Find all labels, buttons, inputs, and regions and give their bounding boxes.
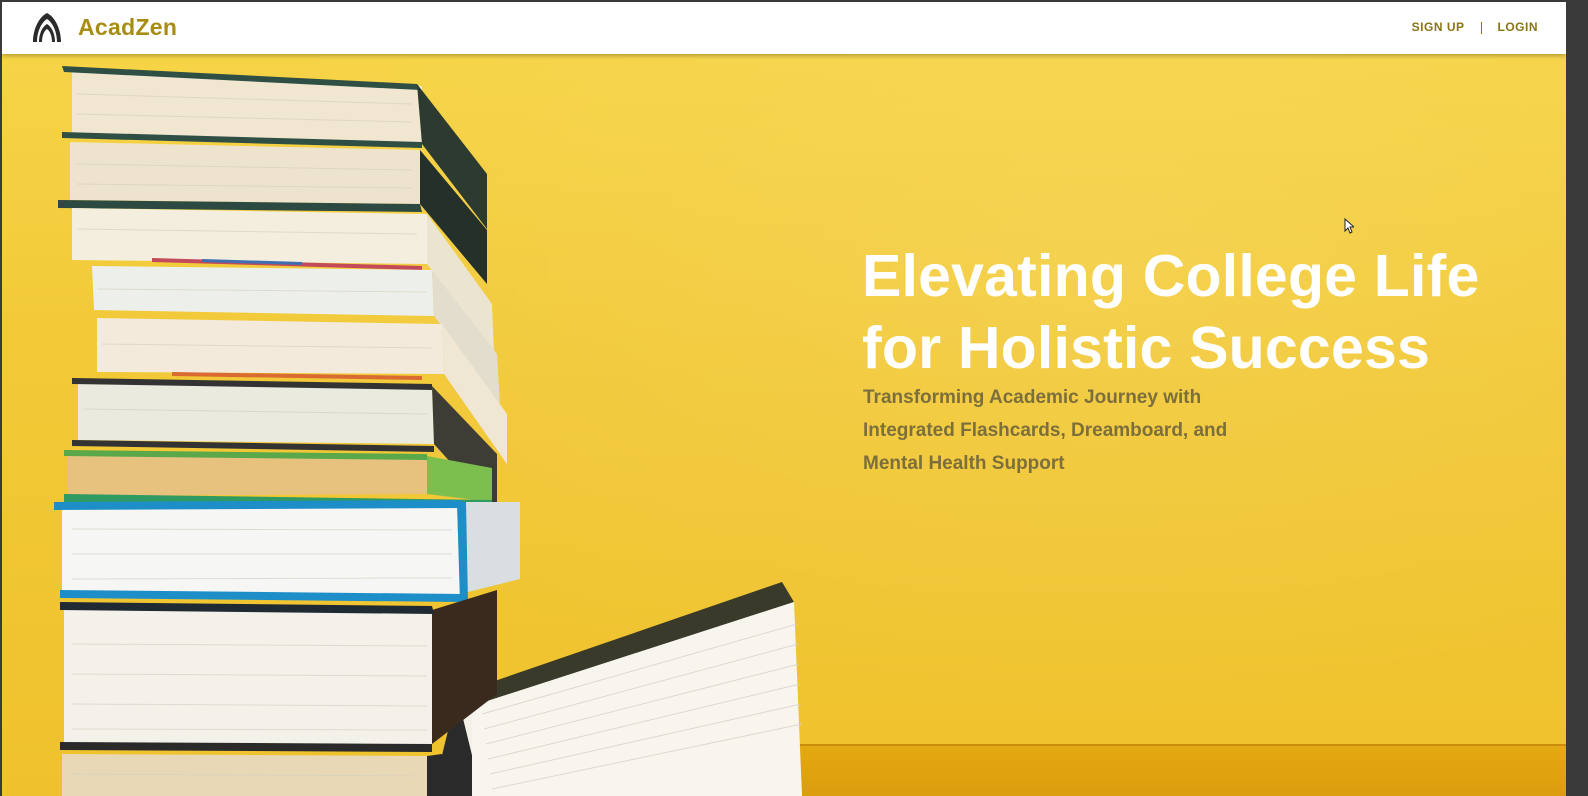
login-link[interactable]: LOGIN (1498, 20, 1539, 34)
auth-nav: SIGN UP LOGIN (1412, 20, 1538, 34)
table-surface (782, 744, 1566, 796)
site-header: AcadZen SIGN UP LOGIN (2, 2, 1566, 54)
hero-section: Elevating College Life for Holistic Succ… (2, 54, 1566, 796)
browser-viewport: AcadZen SIGN UP LOGIN Elevating College … (2, 2, 1566, 796)
nav-divider (1480, 22, 1482, 34)
brand-name[interactable]: AcadZen (78, 14, 177, 41)
hero-headline: Elevating College Life for Holistic Succ… (862, 243, 1480, 381)
arch-logo-icon[interactable] (30, 11, 64, 45)
signup-link[interactable]: SIGN UP (1412, 20, 1465, 34)
mouse-pointer-icon (1344, 218, 1354, 234)
hero-subline: Transforming Academic Journey with Integ… (863, 387, 1228, 474)
stack-of-books-photo (54, 66, 803, 796)
